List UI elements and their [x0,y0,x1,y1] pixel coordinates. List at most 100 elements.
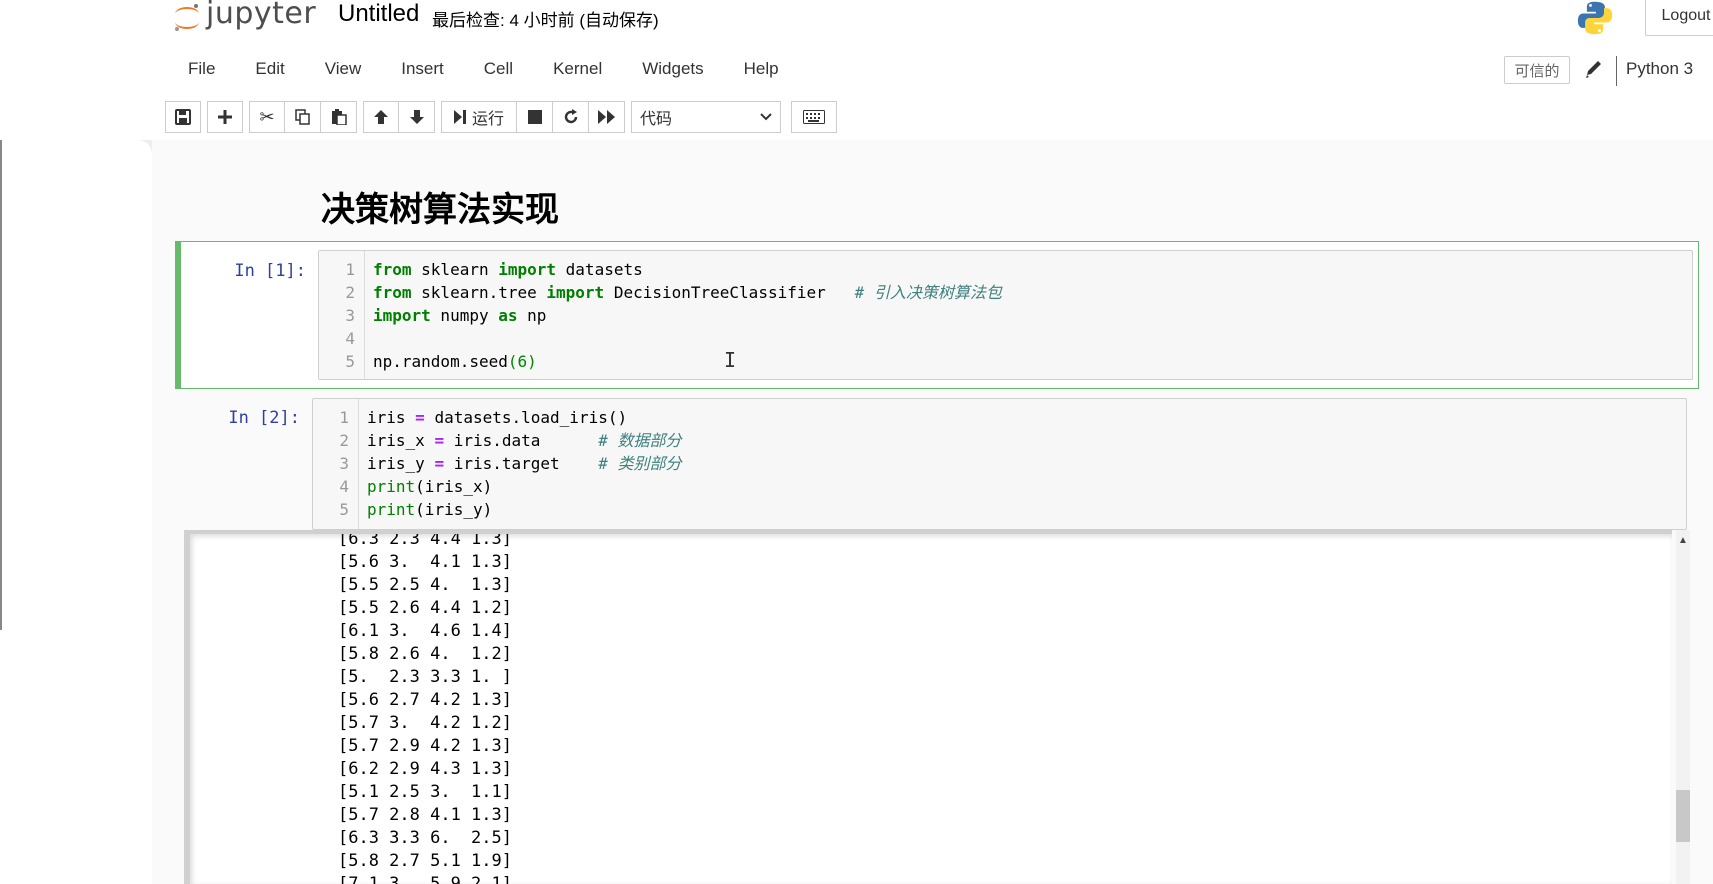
menubar: File Edit View Insert Cell Kernel Widget… [172,56,799,86]
pencil-icon[interactable] [1584,58,1604,80]
code-token: numpy [430,306,499,325]
line-number: 3 [339,454,349,473]
code-line[interactable]: 5 print(iris_y) [313,498,492,521]
header: jupyter Untitled 最后检查: 4 小时前 (自动保存) Logo… [0,0,1713,140]
arrow-down-icon [409,110,424,124]
restart-icon [564,109,577,124]
code-token: iris [367,408,416,427]
output-line: [5.5 2.6 4.4 1.2] [338,598,512,618]
insert-cell-button[interactable] [207,101,243,133]
output-line: [5.7 2.8 4.1 1.3] [338,805,512,825]
checkpoint-status: 最后检查: 4 小时前 (自动保存) [432,11,659,30]
code-line[interactable]: 4 [319,327,373,350]
move-up-button[interactable] [363,101,399,133]
code-line[interactable]: 1 from sklearn import datasets [319,258,643,281]
code-line[interactable]: 3 import numpy as np [319,304,546,327]
code-line[interactable]: 5 np.random.seed(6) [319,350,537,373]
code-token: datasets [556,260,643,279]
output-line: [5.7 3. 4.2 1.2] [338,713,512,733]
jupyter-logo-icon [175,4,199,31]
code-token: import [373,306,431,325]
save-button[interactable] [165,101,201,133]
line-number: 2 [345,283,355,302]
code-token: iris.target [444,454,599,473]
cell-type-select[interactable]: 代码 [631,101,782,133]
kernel-name[interactable]: Python 3 [1626,59,1693,79]
code-token: sklearn.tree [411,283,547,302]
line-number: 4 [339,477,349,496]
output-line: [5.8 2.7 5.1 1.9] [338,851,512,871]
markdown-heading[interactable]: 决策树算法实现 [321,182,559,231]
jupyter-logo[interactable]: jupyter [172,0,316,34]
code-token: = [415,408,425,427]
code-token: print [367,477,416,496]
cut-button[interactable]: ✂ [249,101,285,133]
code-cell-2[interactable]: In [2]: 1 iris = datasets.load_iris() 2 iri… [175,398,1699,530]
code-token: # 类别部分 [598,454,682,473]
command-palette-button[interactable] [791,101,838,133]
line-number: 1 [345,260,355,279]
code-line[interactable]: 4 print(iris_x) [313,475,492,498]
menu-help[interactable]: Help [724,56,799,86]
line-number: 3 [345,306,355,325]
output-line: [5.5 2.5 4. 1.3] [338,575,512,595]
step-forward-icon [454,110,466,124]
code-token: np [517,306,547,325]
code-line[interactable]: 1 iris = datasets.load_iris() [313,406,627,429]
menu-view[interactable]: View [305,56,382,86]
scrollbar-thumb[interactable] [1676,790,1690,842]
code-line[interactable]: 2 iris_x = iris.data # 数据部分 [313,429,681,452]
code-token: = [434,431,445,450]
kernel-separator [1616,56,1617,86]
code-token: # 数据部分 [598,431,682,450]
code-editor[interactable]: 1 iris = datasets.load_iris() 2 iris_x = ir… [312,398,1687,530]
code-cell-1[interactable]: In [1]: 1 from sklearn import datasets 2 fr… [175,241,1699,389]
menu-cell[interactable]: Cell [464,56,533,86]
output-line: [5.8 2.6 4. 1.2] [338,644,512,664]
python-logo-icon [1577,1,1613,35]
run-button[interactable]: 运行 [441,101,518,133]
line-number: 2 [339,431,349,450]
interrupt-button[interactable] [517,101,554,133]
output-line: [5.7 2.9 4.2 1.3] [338,736,512,756]
output-line: [5.1 2.5 3. 1.1] [338,782,512,802]
code-line[interactable]: 2 from sklearn.tree import DecisionTreeCl… [319,281,1002,304]
move-down-button[interactable] [399,101,435,133]
logout-button[interactable]: Logout [1645,0,1713,36]
copy-button[interactable] [285,101,321,133]
arrow-up-icon [374,110,388,124]
scroll-up-arrow-icon[interactable]: ▲ [1678,535,1688,546]
paste-button[interactable] [321,101,357,133]
menu-insert[interactable]: Insert [381,56,464,86]
plus-icon [218,110,232,124]
code-token: as [498,306,518,325]
code-line[interactable]: 3 iris_y = iris.target # 类别部分 [313,452,681,475]
chevron-down-icon [760,113,772,121]
output-line: [5. 2.3 3.3 1. ] [338,667,512,687]
code-token: iris_y [367,454,435,473]
menu-edit[interactable]: Edit [235,56,304,86]
save-icon [175,109,191,125]
run-label: 运行 [472,111,505,128]
notebook-name[interactable]: Untitled [338,0,419,28]
cell-type-value: 代码 [640,111,673,128]
output-area[interactable]: [6.3 2.3 4.4 1.3] [5.6 3. 4.1 1.3] [5.5 2.… [184,530,1672,884]
menu-file[interactable]: File [172,56,235,86]
output-line: [5.6 3. 4.1 1.3] [338,552,512,572]
menu-widgets[interactable]: Widgets [622,56,723,86]
code-editor[interactable]: 1 from sklearn import datasets 2 from sklea… [318,250,1693,380]
restart-button[interactable] [553,101,590,133]
line-number: 5 [345,352,355,371]
input-prompt: In [1]: [234,261,306,281]
line-number: 1 [339,408,349,427]
menu-kernel[interactable]: Kernel [533,56,622,86]
trusted-indicator[interactable]: 可信的 [1504,56,1570,84]
code-token: iris_x [367,431,435,450]
output-line: [6.1 3. 4.6 1.4] [338,621,512,641]
output-line: [6.3 3.3 6. 2.5] [338,828,512,848]
code-token: sklearn [411,260,499,279]
restart-run-all-button[interactable] [589,101,626,133]
code-token: = [434,454,445,473]
code-token: (6) [507,352,537,371]
output-line: [6.3 2.3 4.4 1.3] [338,530,512,549]
